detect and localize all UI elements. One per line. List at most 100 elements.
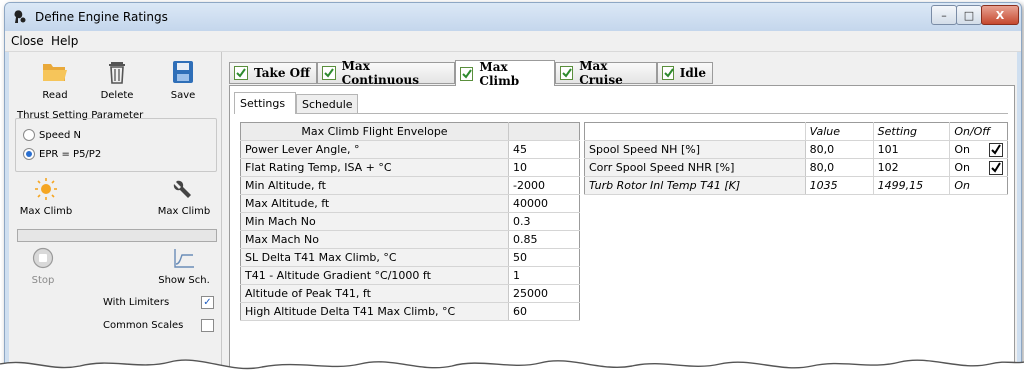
envelope-param-name: Power Lever Angle, ° bbox=[240, 140, 509, 159]
minimize-icon: – bbox=[941, 8, 947, 22]
envelope-param-value[interactable]: 25000 bbox=[508, 284, 580, 303]
spool-header-row: Value Setting On/Off bbox=[584, 122, 1008, 141]
onoff-checkbox[interactable] bbox=[989, 161, 1003, 175]
tab-max-continuous-label: Max Continuous bbox=[341, 59, 419, 87]
read-label: Read bbox=[42, 90, 68, 101]
envelope-row: Max Altitude, ft 40000 bbox=[240, 194, 580, 213]
spool-onoff: On bbox=[949, 140, 1008, 159]
onoff-checkbox[interactable] bbox=[989, 143, 1003, 157]
show-schedule-button[interactable]: Show Sch. bbox=[149, 247, 219, 286]
envelope-row: Max Mach No 0.85 bbox=[240, 230, 580, 249]
client-area: Read Delete Save Thrust Setting Paramete… bbox=[9, 52, 1017, 377]
maximize-icon: □ bbox=[963, 8, 975, 22]
envelope-param-value[interactable]: 10 bbox=[508, 158, 580, 177]
radio-epr[interactable]: EPR = P5/P2 bbox=[23, 148, 101, 160]
spool-name-text: Turb Rotor Inl Temp T41 [K] bbox=[589, 179, 741, 192]
envelope-param-value[interactable]: 50 bbox=[508, 248, 580, 267]
right-area: Take Off Max Continuous Max Climb Max Cr… bbox=[223, 52, 1017, 377]
envelope-param-name: Altitude of Peak T41, ft bbox=[240, 284, 509, 303]
tab-settings-label: Settings bbox=[240, 97, 286, 110]
floppy-disk-icon bbox=[173, 61, 193, 83]
save-button[interactable]: Save bbox=[157, 60, 209, 101]
spool-setting-text: 101 bbox=[877, 143, 899, 156]
tab-take-off-label: Take Off bbox=[254, 66, 310, 80]
envelope-param-name: T41 - Altitude Gradient °C/1000 ft bbox=[240, 266, 509, 285]
with-limiters-label: With Limiters bbox=[103, 297, 170, 308]
envelope-param-name: High Altitude Delta T41 Max Climb, °C bbox=[240, 302, 509, 321]
trash-icon bbox=[109, 62, 125, 84]
delete-button[interactable]: Delete bbox=[91, 60, 143, 101]
spool-setting-text: 1499,15 bbox=[877, 179, 924, 192]
checkmark-icon bbox=[991, 162, 1001, 173]
envelope-param-value[interactable]: 0.85 bbox=[508, 230, 580, 249]
tab-idle-label: Idle bbox=[679, 66, 706, 80]
envelope-param-name: SL Delta T41 Max Climb, °C bbox=[240, 248, 509, 267]
envelope-param-value[interactable]: 60 bbox=[508, 302, 580, 321]
close-window-button[interactable]: X bbox=[981, 5, 1019, 25]
tab-check-icon[interactable] bbox=[662, 66, 674, 80]
stop-button[interactable]: Stop bbox=[21, 247, 65, 286]
stop-label: Stop bbox=[31, 275, 55, 286]
common-scales-checkbox[interactable] bbox=[201, 319, 214, 332]
tab-check-icon[interactable] bbox=[460, 66, 474, 81]
max-climb-right-label: Max Climb bbox=[157, 206, 211, 217]
read-button[interactable]: Read bbox=[29, 60, 81, 101]
spool-row: Turb Rotor Inl Temp T41 [K] 1035 1499,15 On bbox=[584, 176, 1008, 195]
envelope-param-name: Max Mach No bbox=[240, 230, 509, 249]
envelope-param-name: Min Altitude, ft bbox=[240, 176, 509, 195]
left-panel: Read Delete Save Thrust Setting Paramete… bbox=[9, 52, 222, 377]
envelope-row: SL Delta T41 Max Climb, °C 50 bbox=[240, 248, 580, 267]
tab-take-off[interactable]: Take Off bbox=[229, 62, 317, 84]
tab-idle[interactable]: Idle bbox=[657, 62, 713, 84]
with-limiters-checkbox[interactable]: ✓ bbox=[201, 296, 214, 309]
chart-curve-icon bbox=[174, 249, 194, 268]
delete-label: Delete bbox=[100, 90, 134, 101]
checkmark-icon: ✓ bbox=[203, 297, 212, 308]
spool-header-onoff: On/Off bbox=[949, 122, 1008, 141]
envelope-param-value[interactable]: 45 bbox=[508, 140, 580, 159]
envelope-param-value[interactable]: 40000 bbox=[508, 194, 580, 213]
minimize-button[interactable]: – bbox=[931, 5, 957, 25]
app-window: Define Engine Ratings – □ X Close Help R… bbox=[4, 2, 1022, 378]
radio-epr-label: EPR = P5/P2 bbox=[39, 148, 102, 160]
tab-check-icon[interactable] bbox=[560, 66, 574, 80]
spool-setting[interactable]: 102 bbox=[872, 158, 950, 177]
envelope-table: Max Climb Flight Envelope Power Lever An… bbox=[240, 122, 580, 321]
spool-header-value: Value bbox=[805, 122, 874, 141]
envelope-row: Flat Rating Temp, ISA + °C 10 bbox=[240, 158, 580, 177]
title-bar: Define Engine Ratings – □ X bbox=[5, 3, 1021, 31]
envelope-param-name: Flat Rating Temp, ISA + °C bbox=[240, 158, 509, 177]
window-title: Define Engine Ratings bbox=[35, 10, 168, 24]
tab-check-icon[interactable] bbox=[322, 66, 336, 80]
spool-header-setting: Setting bbox=[873, 122, 951, 141]
radio-speed-n-label: Speed N bbox=[39, 129, 82, 141]
envelope-param-value[interactable]: -2000 bbox=[508, 176, 580, 195]
envelope-param-name: Min Mach No bbox=[240, 212, 509, 231]
max-climb-settings-button[interactable]: Max Climb bbox=[149, 178, 219, 217]
tab-max-continuous[interactable]: Max Continuous bbox=[317, 59, 455, 87]
envelope-param-value[interactable]: 0.3 bbox=[508, 212, 580, 231]
tab-settings[interactable]: Settings bbox=[234, 92, 296, 114]
tab-max-climb-label: Max Climb bbox=[479, 59, 520, 88]
tab-check-icon[interactable] bbox=[234, 66, 248, 80]
menu-help[interactable]: Help bbox=[51, 34, 78, 48]
spool-value: 1035 bbox=[805, 176, 874, 195]
spool-onoff-text: On bbox=[954, 143, 970, 156]
tab-schedule[interactable]: Schedule bbox=[296, 94, 358, 114]
envelope-param-value[interactable]: 1 bbox=[508, 266, 580, 285]
settings-panel: Max Climb Flight Envelope Power Lever An… bbox=[234, 113, 1008, 377]
spool-row: Corr Spool Speed NHR [%] 80,0 102 On bbox=[584, 158, 1008, 177]
envelope-row: High Altitude Delta T41 Max Climb, °C 60 bbox=[240, 302, 580, 321]
max-climb-run-button[interactable]: Max Climb bbox=[11, 178, 81, 217]
spool-onoff-text: On bbox=[954, 161, 970, 174]
spool-setting[interactable]: 1499,15 bbox=[872, 176, 950, 195]
radio-speed-n[interactable]: Speed N bbox=[23, 129, 81, 141]
menu-close[interactable]: Close bbox=[11, 34, 44, 48]
envelope-row: Power Lever Angle, ° 45 bbox=[240, 140, 580, 159]
spool-setting[interactable]: 101 bbox=[872, 140, 950, 159]
maximize-button[interactable]: □ bbox=[956, 5, 982, 25]
spool-name: Spool Speed NH [%] bbox=[584, 140, 806, 159]
envelope-header-blank bbox=[508, 122, 580, 141]
tab-max-climb[interactable]: Max Climb bbox=[455, 59, 555, 88]
tab-max-cruise[interactable]: Max Cruise bbox=[555, 59, 657, 87]
